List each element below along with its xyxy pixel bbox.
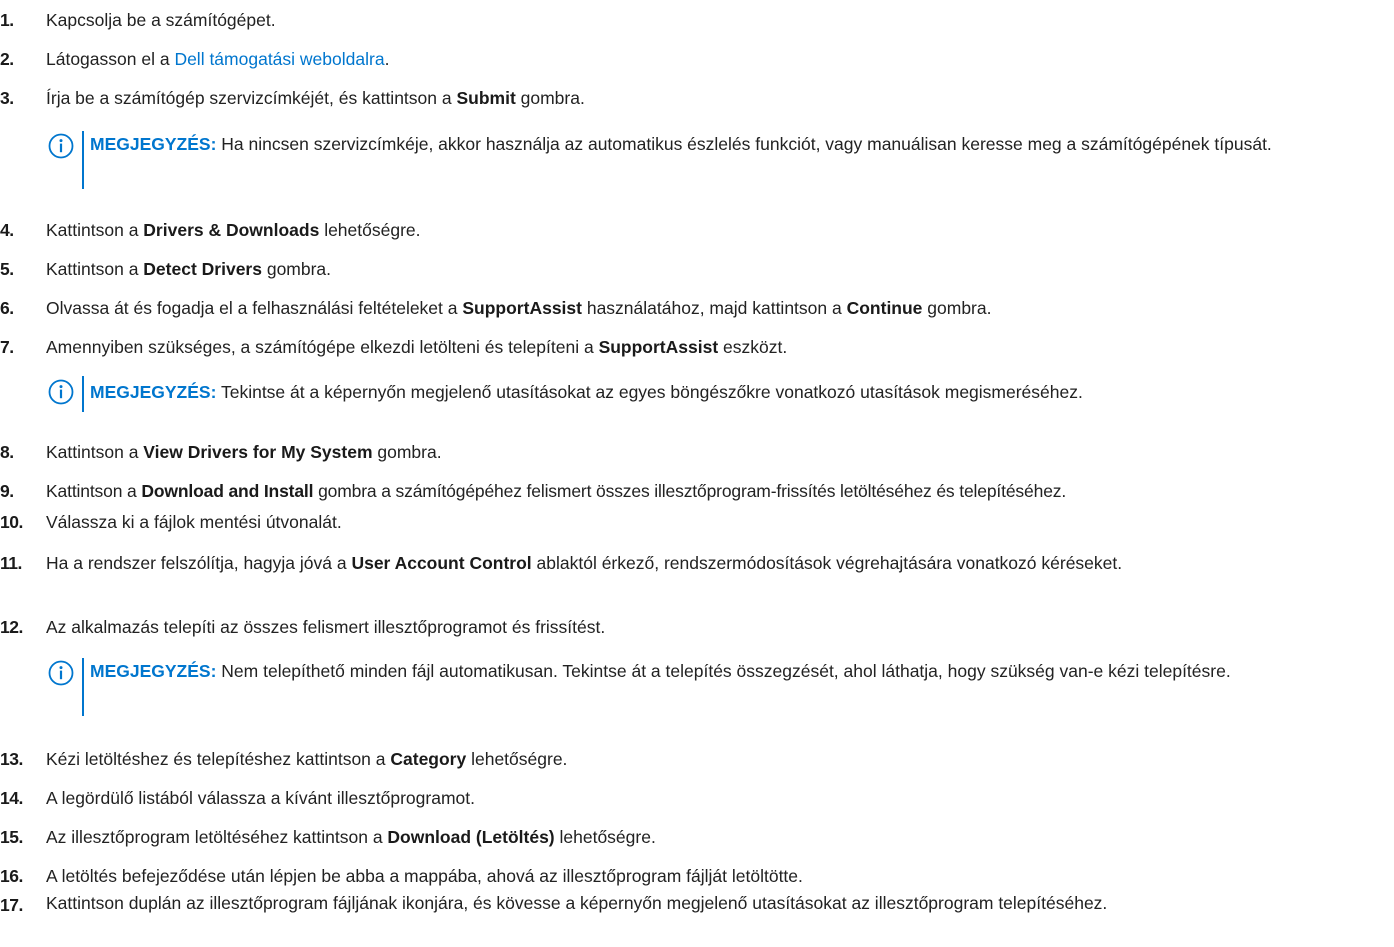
step-text: Kattintson a Detect Drivers gombra. — [46, 259, 332, 279]
step-number: 8. — [0, 442, 14, 462]
info-circle-icon — [48, 660, 74, 686]
step-number: 10. — [0, 512, 23, 532]
note-box: MEGJEGYZÉS: Nem telepíthető minden fájl … — [48, 656, 1394, 718]
note-box: MEGJEGYZÉS: Ha nincsen szervizcímkéje, a… — [48, 129, 1394, 191]
step-number: 17. — [0, 895, 23, 915]
step-number: 14. — [0, 788, 23, 808]
step-number: 13. — [0, 749, 23, 769]
step-number: 5. — [0, 259, 14, 279]
step-text: A letöltés befejeződése után lépjen be a… — [46, 866, 803, 886]
info-circle-icon — [48, 379, 74, 405]
note-text: MEGJEGYZÉS: Tekintse át a képernyőn megj… — [90, 382, 1083, 402]
step-text: Kattintson a Drivers & Downloads lehetős… — [46, 220, 421, 240]
step-text: Kattintson duplán az illesztőprogram fáj… — [46, 893, 1108, 913]
step-number: 4. — [0, 220, 14, 240]
step-number: 3. — [0, 88, 14, 108]
step-text: Válassza ki a fájlok mentési útvonalát. — [46, 512, 342, 532]
note-divider — [82, 658, 84, 716]
step-number: 15. — [0, 827, 23, 847]
step-text: Látogasson el a Dell támogatási weboldal… — [46, 49, 390, 69]
note-divider — [82, 376, 84, 412]
note-text: MEGJEGYZÉS: Nem telepíthető minden fájl … — [90, 661, 1231, 681]
step-number: 16. — [0, 866, 23, 886]
step-text: Az alkalmazás telepíti az összes felisme… — [46, 617, 606, 637]
step-number: 11. — [0, 553, 22, 573]
step-number: 7. — [0, 337, 14, 357]
note-divider — [82, 131, 84, 189]
step-text: Kézi letöltéshez és telepítéshez kattint… — [46, 749, 568, 769]
note-box: MEGJEGYZÉS: Tekintse át a képernyőn megj… — [48, 375, 1394, 413]
step-text: Amennyiben szükséges, a számítógépe elke… — [46, 337, 788, 357]
step-text: Kapcsolja be a számítógépet. — [46, 10, 276, 30]
dell-support-link[interactable]: Dell támogatási weboldalra — [174, 49, 384, 69]
step-text: Kattintson a View Drivers for My System … — [46, 442, 442, 462]
instruction-document: 1. Kapcsolja be a számítógépet. 2. Látog… — [0, 0, 1394, 947]
step-number: 1. — [0, 10, 14, 30]
note-text: MEGJEGYZÉS: Ha nincsen szervizcímkéje, a… — [90, 134, 1272, 154]
info-circle-icon — [48, 133, 74, 159]
step-text: Ha a rendszer felszólítja, hagyja jóvá a… — [46, 553, 1123, 573]
step-number: 9. — [0, 481, 14, 501]
step-text: Olvassa át és fogadja el a felhasználási… — [46, 298, 992, 318]
step-number: 12. — [0, 617, 23, 637]
step-text: Az illesztőprogram letöltéséhez kattints… — [46, 827, 656, 847]
step-text: A legördülő listából válassza a kívánt i… — [46, 788, 475, 808]
step-number: 2. — [0, 49, 14, 69]
step-text: Kattintson a Download and Install gombra… — [46, 481, 1067, 501]
step-text: Írja be a számítógép szervizcímkéjét, és… — [46, 88, 585, 108]
step-number: 6. — [0, 298, 14, 318]
